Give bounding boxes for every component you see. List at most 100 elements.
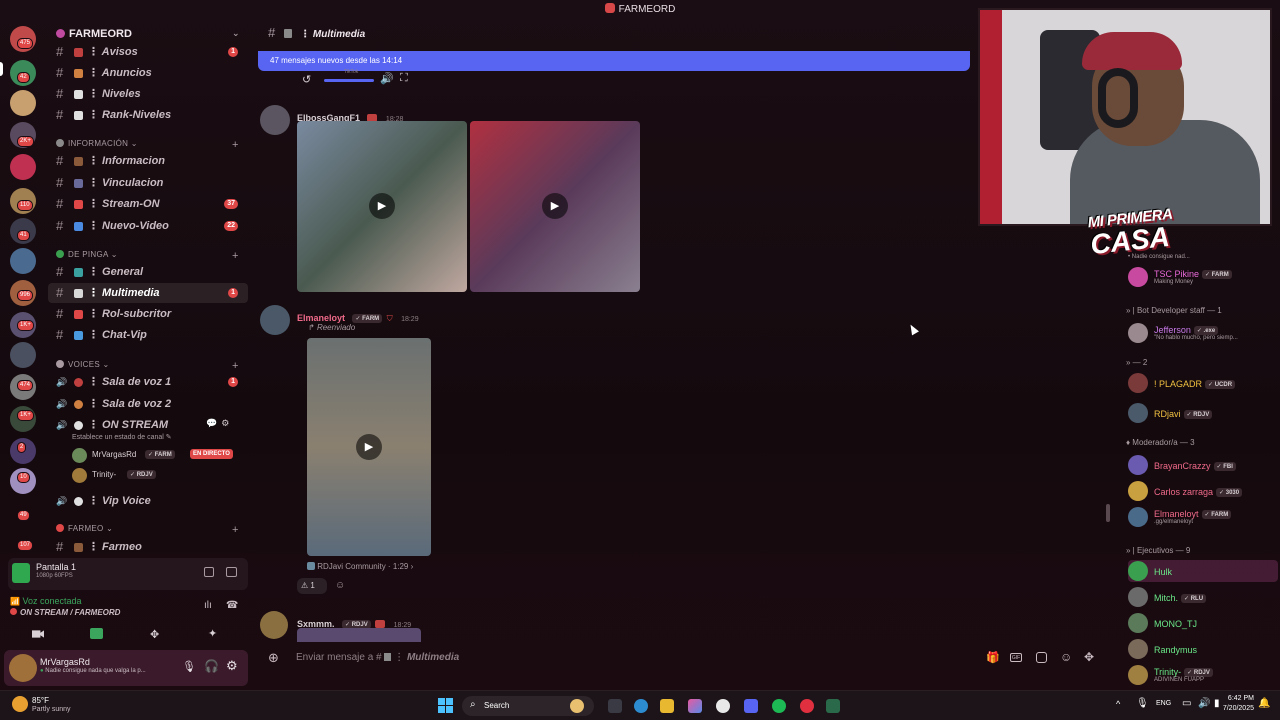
voice-user[interactable]: Trinity- ✓ RDJV [72, 465, 248, 485]
member-item[interactable]: Jefferson ✓ .exe "No hablo mucho, pero sie… [1128, 322, 1278, 344]
task-view-icon[interactable] [608, 699, 622, 713]
channel-item[interactable]: ▸#⋮ Rol-subcritor [48, 304, 248, 324]
voice-channel-item[interactable]: 🔊 ⋮ Sala de voz 2 [48, 394, 248, 414]
channel-item[interactable]: ▸#⋮ Chat-Vip [48, 325, 248, 345]
replay-icon[interactable]: ↺ [302, 73, 311, 86]
server-icon[interactable] [10, 342, 36, 368]
message-input[interactable]: Enviar mensaje a # ⋮ Multimedia [296, 652, 459, 663]
settings-gear-icon[interactable]: ⚙ [226, 658, 238, 674]
member-item[interactable]: ! PLAGADR ✓ UCDR [1128, 372, 1278, 394]
member-item[interactable]: Trinity- ✓ RDJV ADIVINEN FUAPP [1128, 664, 1278, 686]
channel-category[interactable]: DE PINGA ⌄ + [56, 250, 238, 262]
video-attachment[interactable]: ▶ [297, 121, 467, 292]
channel-item[interactable]: # ⋮ Nuevo-Video 22 [48, 216, 248, 236]
language-indicator[interactable]: ENG [1156, 700, 1171, 707]
search-box[interactable]: ⌕ Search [462, 696, 594, 716]
member-item[interactable]: TSC Pikine ✓ FARM Making Money [1128, 266, 1278, 288]
play-icon[interactable]: ▶ [356, 434, 382, 460]
network-icon[interactable]: ▭ [1182, 698, 1191, 709]
noise-suppression-icon[interactable]: ılı [204, 600, 212, 611]
server-icon[interactable] [10, 90, 36, 116]
obs-icon[interactable] [800, 699, 814, 713]
member-item[interactable]: Mitch. ✓ RLU [1128, 586, 1278, 608]
channel-item[interactable]: # ⋮ Informacion [48, 151, 248, 171]
channel-item[interactable]: ▸#⋮ Rank-Niveles [48, 105, 248, 125]
member-item[interactable]: BrayanCrazzy ✓ FBI [1128, 454, 1278, 476]
forward-source[interactable]: RDJavi Community · 1:29 › [307, 562, 413, 571]
add-channel-icon[interactable]: + [232, 250, 239, 262]
add-channel-icon[interactable]: + [232, 524, 239, 536]
video-attachment[interactable] [297, 628, 421, 642]
channel-item[interactable]: # ⋮ Farmeo [48, 537, 248, 557]
channel-item[interactable]: ▸#⋮ Anuncios [48, 63, 248, 83]
popout-icon[interactable] [226, 567, 237, 577]
avatar[interactable] [260, 305, 290, 335]
voice-channel-item[interactable]: 🔊 ⋮ Sala de voz 1 1 [48, 372, 248, 392]
member-item[interactable]: RDjavi ✓ RDJV [1128, 402, 1278, 424]
chrome-icon[interactable] [716, 699, 730, 713]
gift-icon[interactable]: 🎁 [986, 651, 1000, 664]
weather-temp[interactable]: 85°F [32, 696, 49, 705]
volume-slider[interactable] [324, 79, 374, 82]
volume-icon[interactable]: 🔊 [380, 72, 394, 85]
member-item[interactable]: Elmaneloyt ✓ FARM .gg/elmaneloyt [1128, 506, 1278, 528]
soundboard-icon[interactable]: ✦ [208, 627, 217, 640]
stop-share-icon[interactable] [204, 567, 214, 577]
member-item[interactable]: Hulk [1128, 560, 1278, 582]
video-attachment[interactable]: ▶ [307, 338, 431, 556]
channel-category[interactable]: FARMEO ⌄ + [56, 524, 238, 536]
member-item[interactable]: MONO_TJ [1128, 612, 1278, 634]
mic-icon[interactable]: 🎙 [182, 660, 196, 673]
voice-channel-item[interactable]: 🔊 ⋮ Vip Voice [48, 491, 248, 511]
video-attachment[interactable]: ▶ [470, 121, 640, 292]
headphones-icon[interactable]: 🎧 [204, 659, 219, 673]
video-off-icon[interactable] [32, 630, 44, 638]
add-channel-icon[interactable]: + [232, 139, 239, 151]
emoji-icon[interactable]: ☺ [1060, 650, 1072, 664]
tray-chevron-icon[interactable]: ^ [1116, 699, 1120, 709]
spotify-icon[interactable] [772, 699, 786, 713]
channel-item[interactable]: ▸#⋮ Niveles [48, 84, 248, 104]
channel-category[interactable]: VOICES ⌄ + [56, 360, 238, 372]
channel-status-text[interactable]: Establece un estado de canal ✎ [72, 433, 172, 441]
voice-channel-actions[interactable]: 💬⚙ [206, 418, 233, 429]
chat-scrollbar[interactable] [1106, 504, 1110, 522]
new-messages-bar[interactable]: 47 mensajes nuevos desde las 14:14 [258, 51, 970, 71]
channel-item[interactable]: ▸#⋮ General [48, 262, 248, 282]
volume-tray-icon[interactable]: 🔊 [1198, 698, 1210, 709]
clock-date[interactable]: 7/20/2025 [1218, 705, 1254, 712]
channel-item[interactable]: ▸#⋮ Avisos1 [48, 42, 248, 62]
copilot-icon[interactable] [688, 699, 702, 713]
mic-tray-icon[interactable]: 🎙 [1136, 698, 1149, 709]
reaction-pill[interactable]: ⚠ 1 [297, 578, 327, 594]
channel-item[interactable]: ▸#⋮ Multimedia1 [48, 283, 248, 303]
play-icon[interactable]: ▶ [369, 193, 395, 219]
notification-bell-icon[interactable]: 🔔 [1258, 698, 1270, 709]
avatar[interactable] [9, 654, 37, 682]
apps-icon[interactable]: ✥ [1084, 650, 1094, 664]
add-attachment-icon[interactable]: ⊕ [268, 650, 279, 666]
activities-icon[interactable]: ✥ [150, 628, 159, 641]
server-icon[interactable] [10, 248, 36, 274]
sticker-icon[interactable] [1036, 652, 1047, 663]
add-reaction-icon[interactable]: ☺ [335, 580, 345, 591]
message-author[interactable]: Elmaneloyt [297, 313, 345, 323]
clock-time[interactable]: 6:42 PM [1226, 695, 1254, 702]
channel-item[interactable]: # ⋮ Stream-ON 37 [48, 194, 248, 214]
file-explorer-icon[interactable] [660, 699, 674, 713]
disconnect-icon[interactable]: ☎ [226, 600, 238, 611]
member-item[interactable]: Carlos zarraga ✓ 3030 [1128, 480, 1278, 502]
channel-category[interactable]: INFORMACIÓN ⌄ + [56, 139, 238, 151]
voice-channel-name[interactable]: ON STREAM / FARMEORD [10, 608, 120, 617]
screen-share-button-icon[interactable] [90, 628, 103, 639]
discord-icon[interactable] [744, 699, 758, 713]
voice-user[interactable]: MrVargasRd ✓ FARM EN DIRECTO [72, 445, 248, 465]
add-channel-icon[interactable]: + [232, 360, 239, 372]
app-icon[interactable] [826, 699, 840, 713]
edge-icon[interactable] [634, 699, 648, 713]
play-icon[interactable]: ▶ [542, 193, 568, 219]
fullscreen-icon[interactable]: ⛶ [400, 72, 408, 85]
avatar[interactable] [260, 611, 288, 639]
windows-start-icon[interactable] [438, 698, 454, 714]
member-item[interactable]: Randymus [1128, 638, 1278, 660]
